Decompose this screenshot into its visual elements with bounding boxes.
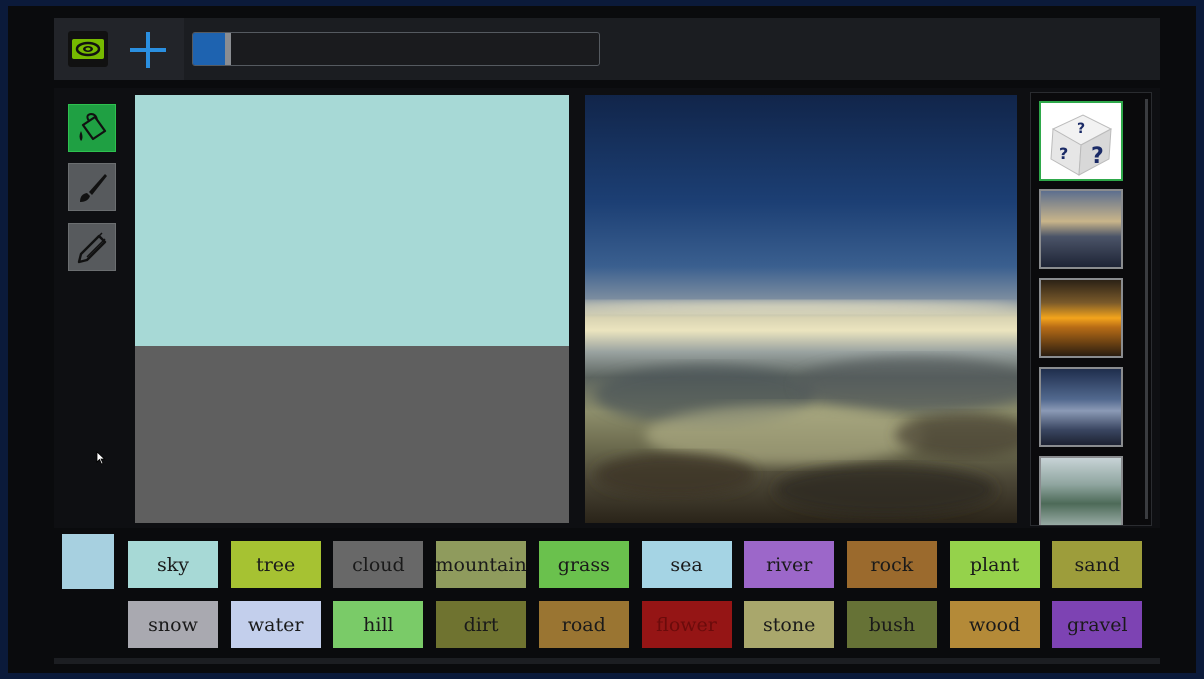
brush-tool-button[interactable] (68, 163, 116, 211)
canvas-region-sky[interactable] (135, 95, 569, 346)
paint-bucket-icon (79, 112, 107, 141)
add-new-button[interactable] (128, 30, 168, 70)
fill-tool-button[interactable] (68, 104, 116, 152)
label-water[interactable]: water (230, 601, 321, 648)
label-mountain[interactable]: mountain (436, 541, 527, 588)
style-gallery-scrollbar[interactable] (1145, 99, 1148, 519)
label-cloud[interactable]: cloud (333, 541, 424, 588)
generated-image (585, 95, 1017, 523)
svg-text:?: ? (1077, 121, 1085, 137)
canvas-region-grass[interactable] (135, 346, 569, 523)
label-sea[interactable]: sea (641, 541, 732, 588)
label-bush[interactable]: bush (846, 601, 937, 648)
label-river[interactable]: river (744, 541, 835, 588)
progress-knob[interactable] (225, 33, 232, 65)
nvidia-logo-icon (68, 31, 108, 67)
label-flower[interactable]: flower (641, 601, 732, 648)
svg-text:?: ? (1091, 144, 1104, 169)
style-thumb-cloudy-sky[interactable] (1039, 367, 1123, 447)
progress-bar (192, 32, 600, 66)
progress-fill (193, 33, 226, 65)
label-stone[interactable]: stone (744, 601, 835, 648)
top-toolbar (54, 18, 1160, 80)
label-grass[interactable]: grass (538, 541, 629, 588)
label-snow[interactable]: snow (128, 601, 218, 648)
label-hill[interactable]: hill (333, 601, 424, 648)
selected-color-swatch (62, 534, 114, 589)
mouse-cursor-icon (96, 451, 106, 465)
style-thumb-lake-trees[interactable] (1039, 456, 1123, 525)
label-rock[interactable]: rock (846, 541, 937, 588)
style-thumb-city-sunset[interactable] (1039, 189, 1123, 269)
label-sand[interactable]: sand (1052, 541, 1143, 588)
status-bar (54, 658, 1160, 664)
label-wood[interactable]: wood (949, 601, 1040, 648)
svg-text:?: ? (1059, 144, 1068, 163)
style-thumb-sea-sunset[interactable] (1039, 278, 1123, 358)
label-road[interactable]: road (538, 601, 629, 648)
segmentation-canvas[interactable] (135, 95, 569, 523)
label-sky[interactable]: sky (128, 541, 218, 588)
label-tree[interactable]: tree (230, 541, 321, 588)
plus-icon (130, 32, 166, 68)
brush-icon (80, 174, 107, 202)
workspace: ? ? ? (54, 88, 1160, 528)
random-dice-icon: ? ? ? (1041, 103, 1121, 179)
pencil-icon (77, 232, 107, 264)
label-gravel[interactable]: gravel (1052, 601, 1143, 648)
style-gallery: ? ? ? (1030, 92, 1152, 526)
pencil-tool-button[interactable] (68, 223, 116, 271)
style-thumb-random[interactable]: ? ? ? (1039, 101, 1123, 181)
label-dirt[interactable]: dirt (436, 601, 527, 648)
label-plant[interactable]: plant (949, 541, 1040, 588)
